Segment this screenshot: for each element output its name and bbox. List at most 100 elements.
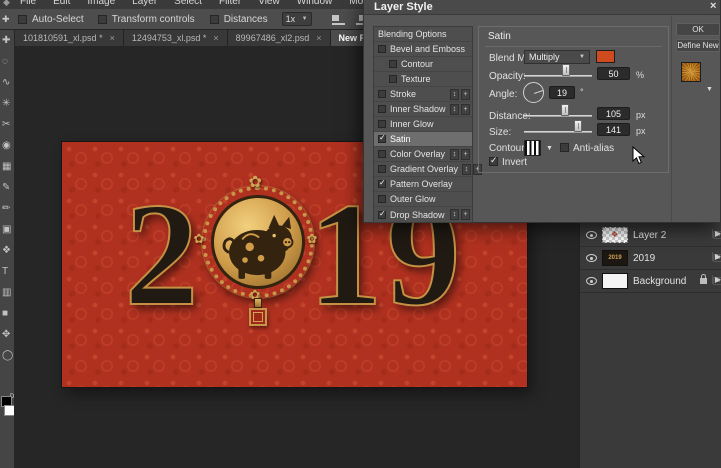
quick-selection-tool-icon[interactable]: ✳ (0, 93, 14, 114)
shape-tool-icon[interactable]: ■ (0, 303, 14, 324)
move-tool-icon[interactable]: ✚ (0, 30, 14, 51)
tab-document-3[interactable]: 89967486_xl2.psd × (227, 30, 331, 46)
style-item-inner-glow[interactable]: Inner Glow (374, 117, 472, 132)
layer-name[interactable]: Background (633, 276, 695, 287)
ok-button[interactable]: OK (676, 23, 720, 36)
style-checkbox[interactable] (378, 90, 386, 98)
reorder-icon[interactable]: ↕ (450, 88, 459, 100)
style-checkbox-checked[interactable] (378, 209, 386, 219)
distance-value-field[interactable]: 105 (597, 107, 630, 120)
style-item-stroke[interactable]: Stroke ↕ + (374, 87, 472, 102)
style-checkbox-checked[interactable] (378, 133, 386, 143)
distances-checkbox[interactable] (209, 14, 219, 24)
reorder-icon[interactable]: ↕ (450, 103, 459, 115)
style-checkbox[interactable] (378, 195, 386, 203)
pencil-tool-icon[interactable]: ✏ (0, 198, 14, 219)
style-checkbox[interactable] (389, 60, 397, 68)
type-tool-icon[interactable]: T (0, 261, 14, 282)
background-color-swatch[interactable] (4, 405, 14, 416)
layer-row-2019[interactable]: 2019 2019 fx ▶ (580, 247, 721, 270)
add-instance-icon[interactable]: + (461, 103, 470, 115)
style-checkbox[interactable] (378, 120, 386, 128)
expand-arrow-icon[interactable]: ▶ (711, 275, 721, 284)
angle-dial[interactable] (523, 82, 544, 103)
layer-thumbnail[interactable] (602, 227, 628, 243)
auto-select-checkbox[interactable] (18, 14, 27, 24)
size-slider[interactable] (524, 120, 592, 139)
style-checkbox[interactable] (378, 45, 386, 53)
add-instance-icon[interactable]: + (461, 88, 470, 100)
style-item-blending-options[interactable]: Blending Options (374, 27, 472, 42)
zoom-tool-icon[interactable]: ◯ (0, 345, 14, 366)
style-checkbox[interactable] (378, 150, 386, 158)
style-item-contour[interactable]: Contour (374, 57, 472, 72)
menu-view[interactable]: View (258, 0, 280, 7)
expand-arrow-icon[interactable]: ▶ (711, 229, 721, 238)
marquee-tool-icon[interactable]: ◌ (0, 51, 14, 72)
gradient-tool-icon[interactable]: ▥ (0, 282, 14, 303)
reorder-icon[interactable]: ↕ (450, 209, 459, 220)
layer-name[interactable]: Layer 2 (633, 230, 708, 241)
style-checkbox-checked[interactable] (378, 178, 386, 188)
satin-color-swatch[interactable] (596, 50, 615, 63)
opacity-slider[interactable] (524, 64, 592, 83)
align-left-icon[interactable] (331, 13, 345, 25)
layer-row-background[interactable]: Background fx ▶ (580, 270, 721, 293)
chevron-down-icon[interactable]: ▼ (546, 145, 553, 152)
blend-mode-dropdown[interactable]: Multiply ▼ (524, 50, 590, 64)
style-item-drop-shadow[interactable]: Drop Shadow ↕+ (374, 207, 472, 222)
style-checkbox[interactable] (378, 105, 386, 113)
invert-checkbox[interactable] (489, 155, 498, 166)
close-icon[interactable]: × (710, 0, 721, 12)
close-icon[interactable]: × (110, 33, 115, 43)
menu-select[interactable]: Select (174, 0, 202, 7)
layer-thumbnail[interactable] (602, 273, 628, 289)
menu-image[interactable]: Image (87, 0, 115, 7)
reorder-icon[interactable]: ↕ (462, 163, 472, 175)
visibility-eye-icon[interactable] (586, 277, 597, 285)
healing-tool-icon[interactable]: ❖ (0, 240, 14, 261)
anti-alias-checkbox[interactable] (560, 143, 569, 152)
menu-file[interactable]: File (20, 0, 36, 7)
chevron-down-icon[interactable]: ▼ (706, 86, 713, 93)
eye-tool-icon[interactable]: ◉ (0, 135, 14, 156)
menu-window[interactable]: Window (297, 0, 333, 7)
add-instance-icon[interactable]: + (461, 209, 470, 220)
dialog-title-bar[interactable]: Layer Style × (364, 0, 720, 15)
zoom-factor-dropdown[interactable]: 1x ▼ (281, 12, 312, 26)
transform-controls-option[interactable]: Transform controls (97, 14, 195, 25)
style-checkbox[interactable] (378, 165, 386, 173)
style-item-outer-glow[interactable]: Outer Glow (374, 192, 472, 207)
style-item-color-overlay[interactable]: Color Overlay ↕ + (374, 147, 472, 162)
reorder-icon[interactable]: ↕ (450, 148, 459, 160)
menu-edit[interactable]: Edit (53, 0, 70, 7)
distances-option[interactable]: Distances (209, 14, 268, 25)
auto-select-option[interactable]: Auto-Select (18, 14, 84, 25)
style-item-satin-selected[interactable]: Satin (374, 132, 472, 147)
style-item-inner-shadow[interactable]: Inner Shadow ↕ + (374, 102, 472, 117)
style-item-bevel-and-emboss[interactable]: Bevel and Emboss (374, 42, 472, 57)
style-item-gradient-overlay[interactable]: Gradient Overlay ↕ + (374, 162, 483, 177)
brush-tool-icon[interactable]: ✎ (0, 177, 14, 198)
tab-document-1[interactable]: 101810591_xl.psd * × (15, 30, 124, 46)
hand-tool-icon[interactable]: ✥ (0, 324, 14, 345)
visibility-eye-icon[interactable] (586, 254, 597, 262)
angle-value-field[interactable]: 19 (549, 86, 575, 99)
crop-tool-icon[interactable]: ✂ (0, 114, 14, 135)
opacity-value-field[interactable]: 50 (597, 67, 630, 80)
close-icon[interactable]: × (316, 33, 321, 43)
menu-filter[interactable]: Filter (219, 0, 241, 7)
layer-thumbnail[interactable]: 2019 (602, 250, 628, 266)
layer-name[interactable]: 2019 (633, 253, 708, 264)
style-preview-thumbnail[interactable] (681, 62, 701, 82)
transform-controls-checkbox[interactable] (97, 14, 107, 24)
lasso-tool-icon[interactable]: ∿ (0, 72, 14, 93)
stamp-tool-icon[interactable]: ▣ (0, 219, 14, 240)
menu-layer[interactable]: Layer (132, 0, 157, 7)
layer-row-layer2[interactable]: Layer 2 fx ▶ (580, 224, 721, 247)
expand-arrow-icon[interactable]: ▶ (711, 252, 721, 261)
contour-picker[interactable] (524, 140, 541, 156)
recompose-tool-icon[interactable]: ▦ (0, 156, 14, 177)
style-item-pattern-overlay[interactable]: Pattern Overlay (374, 177, 472, 192)
visibility-eye-icon[interactable] (586, 231, 597, 239)
